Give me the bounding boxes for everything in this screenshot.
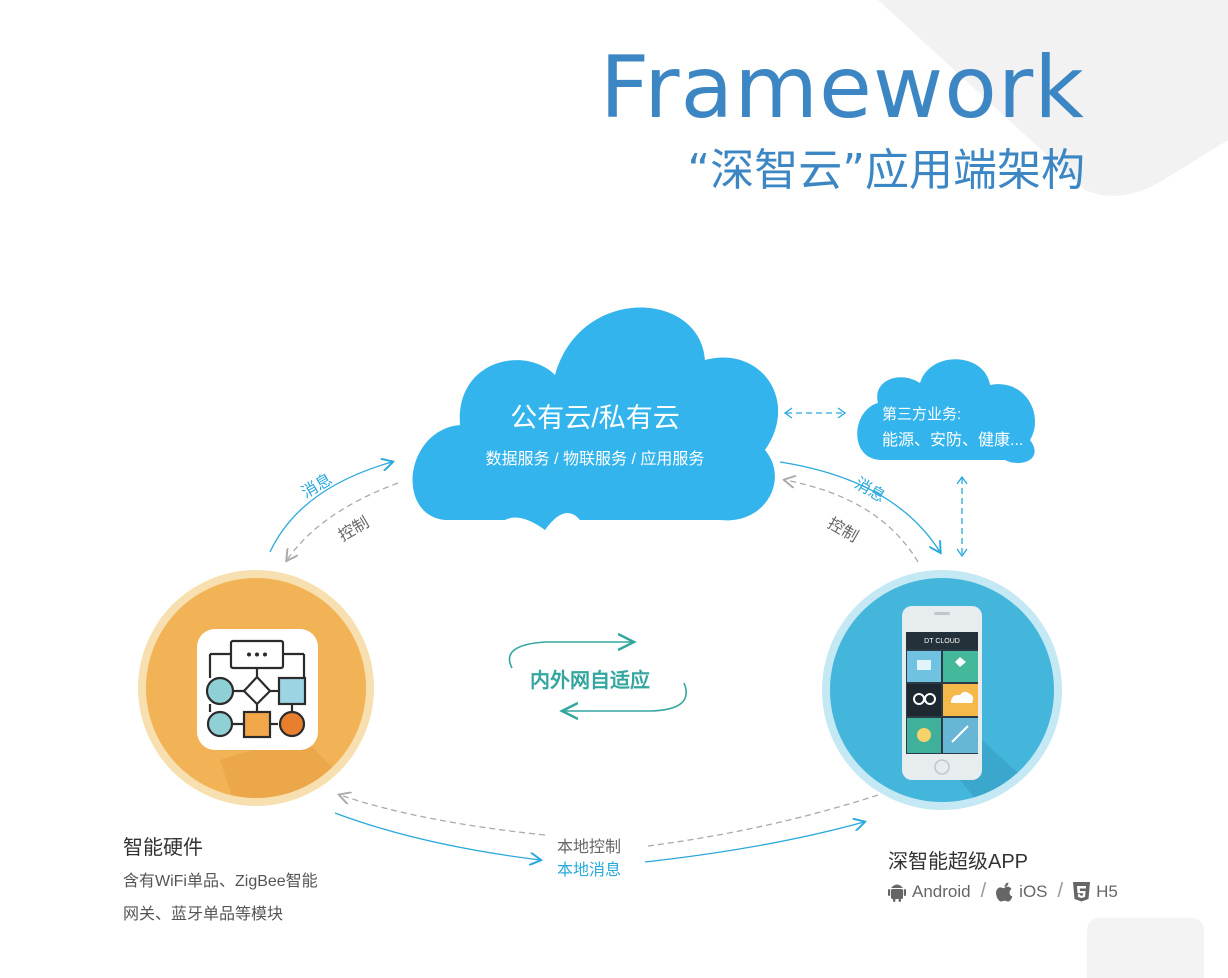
local-control-arrow-2 xyxy=(340,795,546,836)
platform-android: Android xyxy=(912,881,971,901)
left-message-arrow xyxy=(269,462,392,553)
third-party-examples: 能源、安防、健康... xyxy=(882,432,1024,449)
hardware-node xyxy=(138,570,374,806)
local-message-label: 本地消息 xyxy=(557,862,622,879)
app-title: 深智能超级APP xyxy=(888,851,1029,873)
app-node: DT CLOUD xyxy=(822,570,1062,810)
page-corner-tab xyxy=(1087,918,1204,978)
platform-h5: H5 xyxy=(1096,881,1118,901)
platform-separator: / xyxy=(980,880,987,902)
app-screen-header: DT CLOUD xyxy=(924,638,960,645)
cloud-third-party-link xyxy=(783,407,847,419)
local-message-arrow xyxy=(334,812,540,860)
platform-separator: / xyxy=(1057,880,1064,902)
cloud-services: 数据服务 / 物联服务 / 应用服务 xyxy=(485,451,705,468)
inner-outer-adapt-label: 内外网自适应 xyxy=(530,670,650,692)
cloud-title: 公有云/私有云 xyxy=(510,403,680,433)
third-party-app-link xyxy=(956,475,968,558)
hardware-desc-line2: 网关、蓝牙单品等模块 xyxy=(123,906,284,923)
local-control-label: 本地控制 xyxy=(557,839,622,856)
local-control-arrow xyxy=(647,794,879,847)
platform-list: Android / iOS / H5 xyxy=(888,880,1118,903)
apple-icon xyxy=(996,882,1013,901)
html5-icon xyxy=(1073,881,1091,901)
android-icon xyxy=(888,884,906,902)
platform-ios: iOS xyxy=(1019,881,1048,901)
architecture-diagram: DT CLOUD xyxy=(138,307,1062,965)
third-party-label: 第三方业务: xyxy=(882,406,962,423)
hardware-title: 智能硬件 xyxy=(123,837,203,859)
hardware-desc-line1: 含有WiFi单品、ZigBee智能 xyxy=(123,873,318,890)
